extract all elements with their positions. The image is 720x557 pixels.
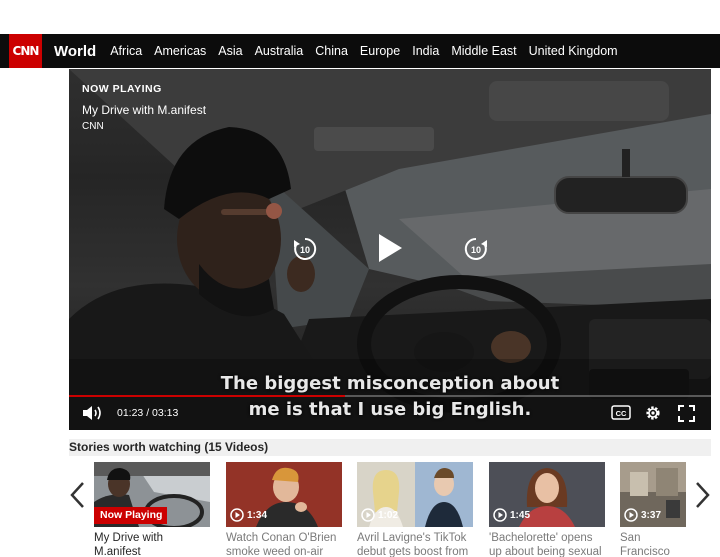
now-playing-overlay: NOW PLAYING My Drive with M.anifest CNN [82, 83, 206, 132]
gear-icon [646, 406, 660, 420]
now-playing-badge: Now Playing [94, 507, 168, 524]
progress-fill [69, 395, 346, 397]
play-circle-icon [230, 508, 244, 522]
nav-item-united-kingdom[interactable]: United Kingdom [529, 44, 618, 58]
volume-button[interactable] [82, 404, 104, 422]
settings-button[interactable] [644, 404, 662, 422]
story-card-1[interactable]: Now Playing My Drive with M.anifest [94, 462, 210, 557]
duration-text: 3:37 [641, 509, 662, 521]
time-separator: / [143, 407, 153, 419]
nav-items: World Africa Americas Asia Australia Chi… [54, 34, 630, 68]
progress-bar[interactable] [69, 395, 711, 397]
chevron-left-icon [70, 482, 84, 508]
total-time: 03:13 [152, 407, 179, 419]
forward-seconds: 10 [471, 245, 481, 255]
chevron-right-icon [696, 482, 710, 508]
now-playing-label: NOW PLAYING [82, 83, 162, 95]
cc-label: CC [616, 409, 627, 418]
nav-item-australia[interactable]: Australia [255, 44, 304, 58]
forward-10-button[interactable]: 10 [463, 236, 489, 262]
top-navigation: CNN World Africa Americas Asia Australia… [0, 34, 720, 68]
duration-text: 1:45 [510, 509, 531, 521]
play-circle-icon [361, 508, 375, 522]
story-card-5[interactable]: 3:37 San Francisco surge fueled [620, 462, 686, 557]
time-display: 01:23 / 03:13 [117, 407, 178, 419]
story-card-2[interactable]: 1:34 Watch Conan O'Brien smoke weed on-a… [226, 462, 342, 557]
rewind-10-button[interactable]: 10 [292, 236, 318, 262]
duration-badge: 1:45 [493, 508, 530, 522]
nav-item-asia[interactable]: Asia [218, 44, 242, 58]
stories-header: Stories worth watching (15 Videos) [69, 439, 711, 456]
story-title: My Drive with M.anifest [94, 532, 164, 557]
story-title: 'Bachelorette' opens up about being sexu… [489, 532, 602, 557]
current-time: 01:23 [117, 407, 144, 419]
rewind-seconds: 10 [300, 245, 310, 255]
duration-badge: 1:34 [230, 508, 267, 522]
closed-captions-button[interactable]: CC [611, 405, 631, 420]
carousel-next-button[interactable] [692, 480, 712, 510]
video-title: My Drive with M.anifest [82, 103, 207, 117]
play-icon [379, 234, 402, 262]
cnn-logo[interactable]: CNN [9, 34, 42, 68]
nav-item-india[interactable]: India [412, 44, 439, 58]
play-circle-icon [624, 508, 638, 522]
cc-icon: CC [611, 405, 631, 420]
volume-icon [83, 406, 101, 420]
duration-text: 1:02 [378, 509, 399, 521]
duration-badge: 3:37 [624, 508, 661, 522]
story-title: Watch Conan O'Brien smoke weed on-air [226, 532, 337, 557]
nav-item-china[interactable]: China [315, 44, 348, 58]
story-title: Avril Lavigne's TikTok debut gets boost … [357, 532, 469, 557]
rewind-icon: 10 [294, 237, 317, 260]
forward-icon: 10 [464, 237, 487, 260]
duration-text: 1:34 [247, 509, 268, 521]
nav-item-europe[interactable]: Europe [360, 44, 400, 58]
fullscreen-icon [678, 405, 695, 422]
caption-line-1: The biggest misconception about [220, 373, 560, 394]
carousel-prev-button[interactable] [68, 480, 88, 510]
story-card-3[interactable]: 1:02 Avril Lavigne's TikTok debut gets b… [357, 462, 473, 557]
nav-item-world[interactable]: World [54, 43, 96, 60]
play-button[interactable] [376, 232, 404, 264]
play-circle-icon [493, 508, 507, 522]
duration-badge: 1:02 [361, 508, 398, 522]
stories-title: Stories worth watching (15 Videos) [69, 440, 269, 454]
story-card-4[interactable]: 1:45 'Bachelorette' opens up about being… [489, 462, 605, 557]
nav-item-americas[interactable]: Americas [154, 44, 206, 58]
story-title: San Francisco surge fueled [620, 532, 670, 557]
fullscreen-button[interactable] [678, 405, 695, 422]
video-player[interactable]: NOW PLAYING My Drive with M.anifest CNN … [69, 69, 711, 430]
nav-item-middle-east[interactable]: Middle East [451, 44, 516, 58]
nav-item-africa[interactable]: Africa [110, 44, 142, 58]
video-source: CNN [82, 121, 104, 132]
